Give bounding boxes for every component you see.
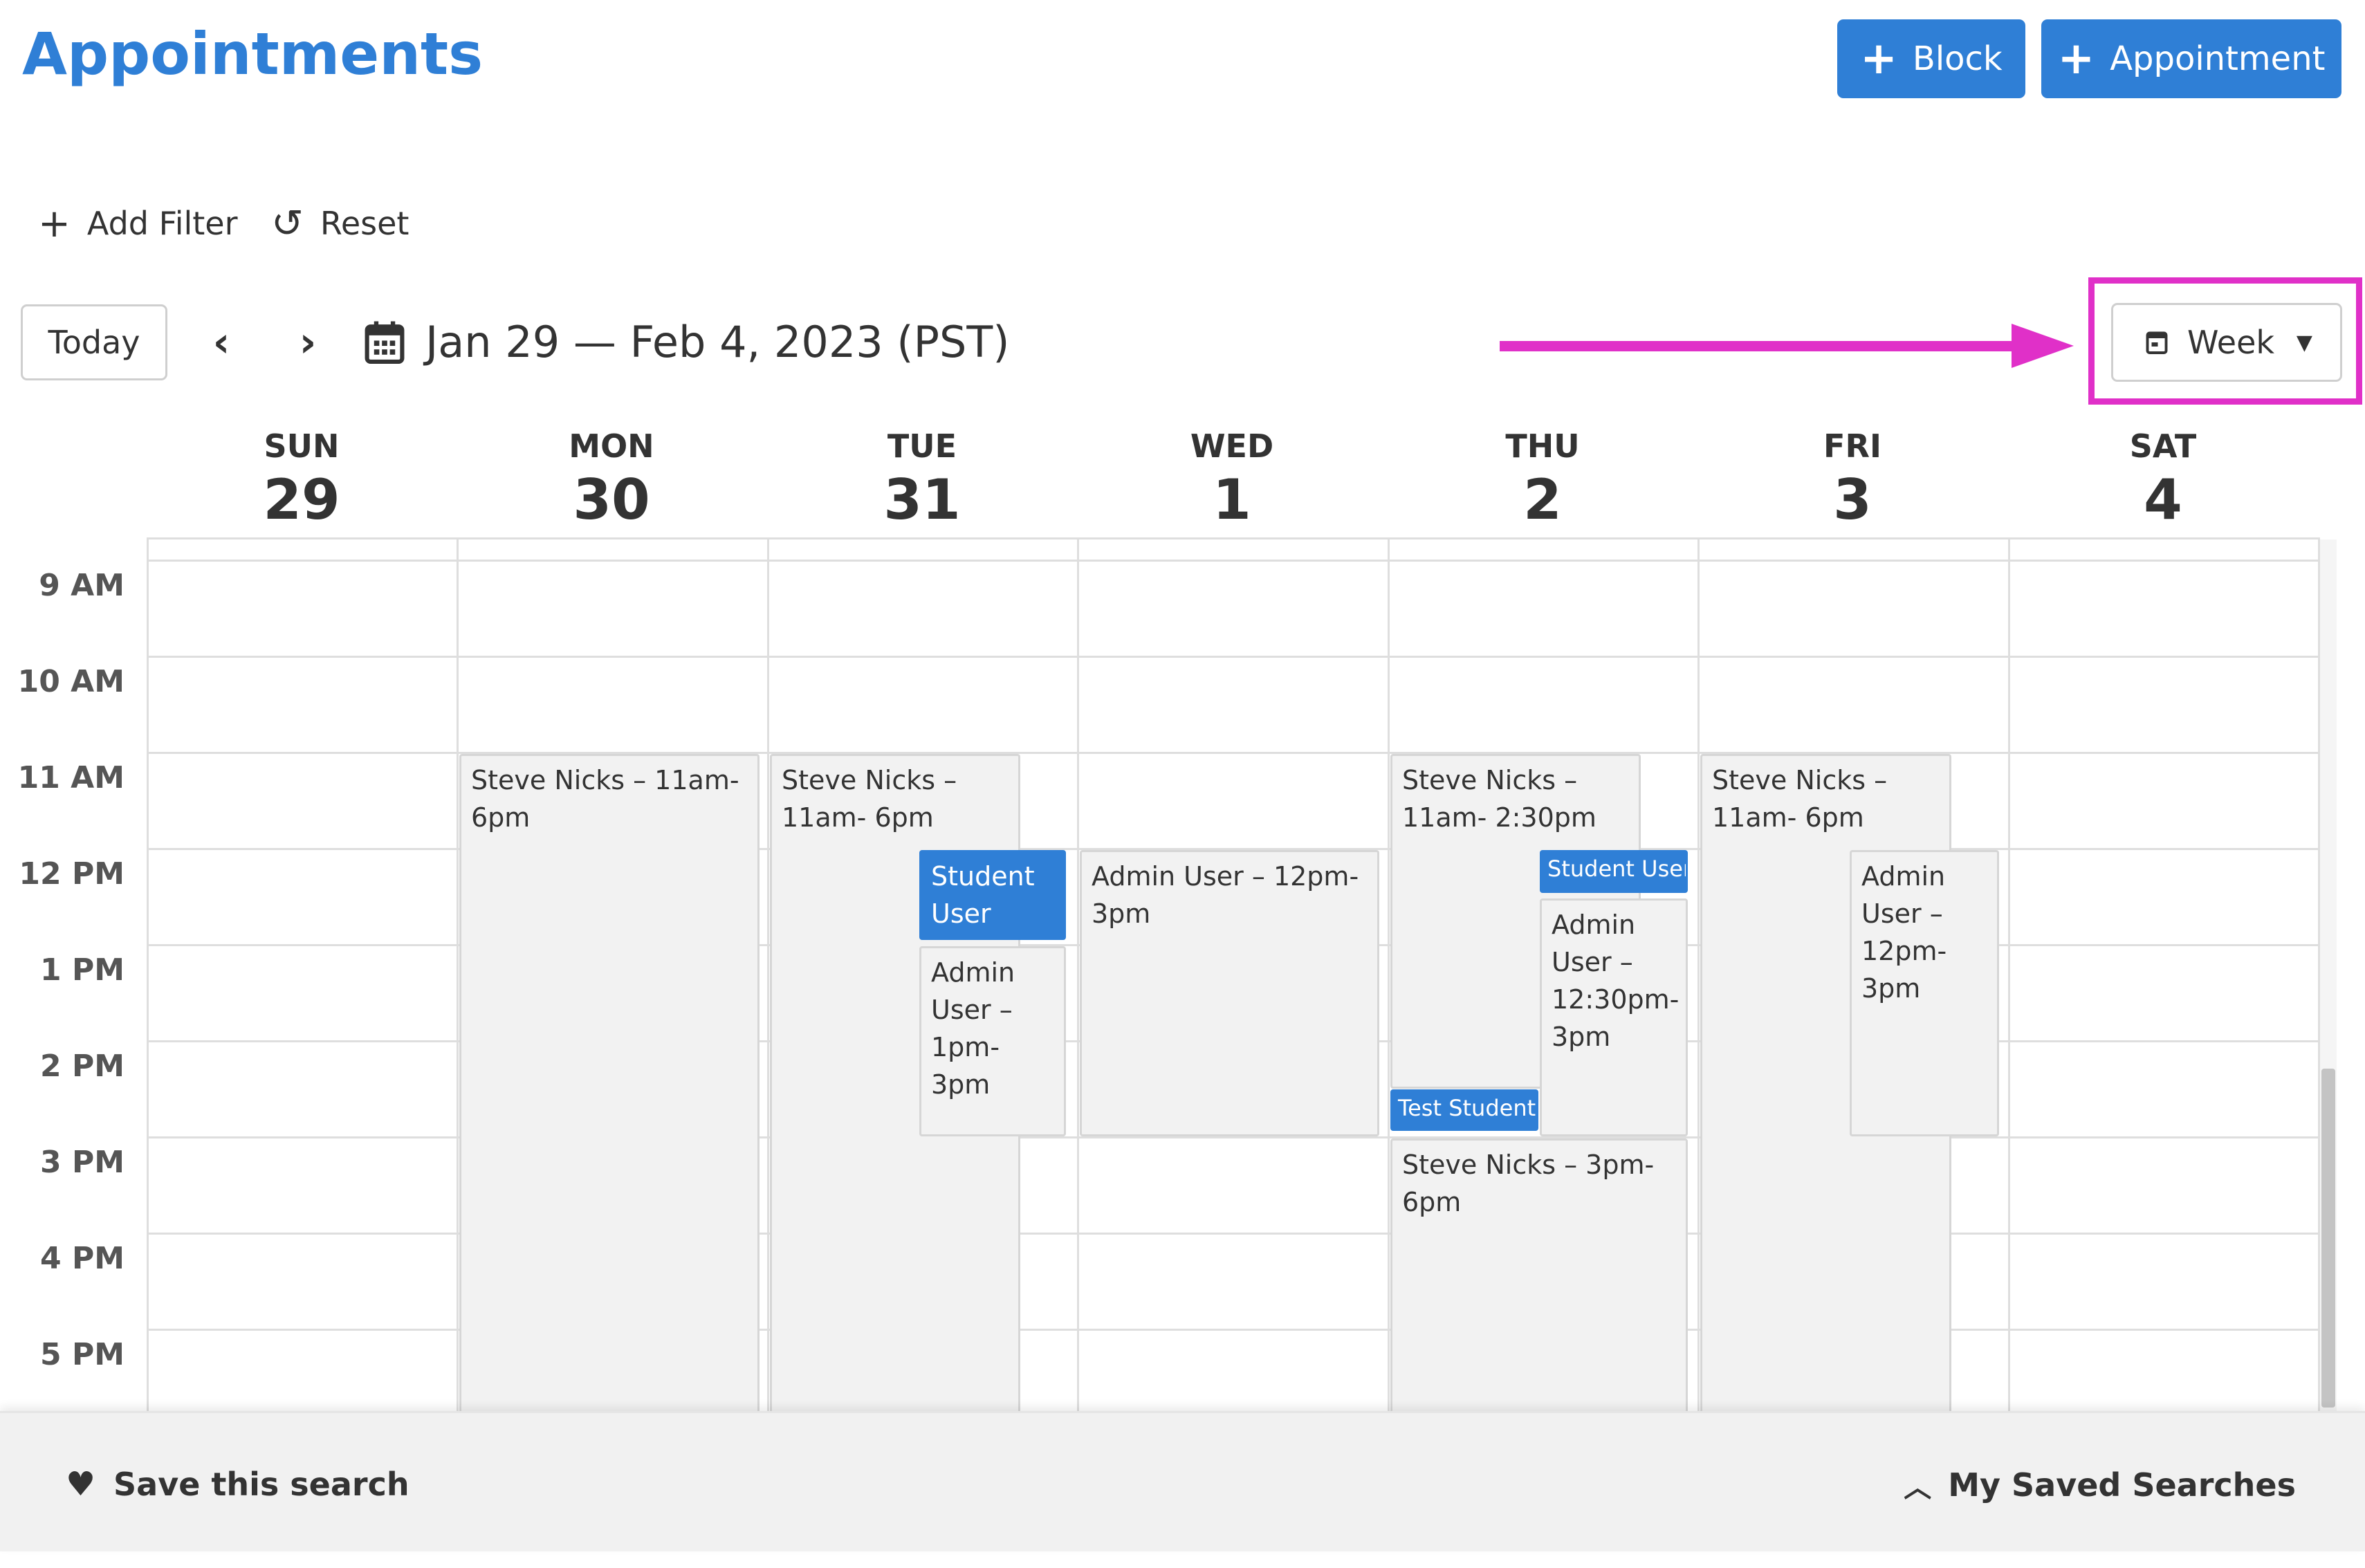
add-appointment-button[interactable]: + Appointment: [2041, 19, 2341, 98]
grid-line: [1077, 537, 1079, 1423]
time-label: 1 PM: [40, 952, 125, 988]
time-label: 4 PM: [40, 1241, 125, 1276]
plus-icon: +: [2057, 33, 2095, 84]
grid-line: [1697, 537, 1700, 1423]
grid-line: [457, 537, 459, 1423]
day-name: FRI: [1823, 427, 1881, 465]
time-label: 2 PM: [40, 1049, 125, 1084]
my-saved-searches-label: My Saved Searches: [1948, 1466, 2296, 1504]
appointment-event[interactable]: Admin User – 1pm- 3pm: [919, 946, 1066, 1136]
plus-icon: +: [38, 201, 71, 246]
save-search-button[interactable]: ♥ Save this search: [66, 1465, 409, 1504]
reset-icon: ↺: [271, 201, 304, 246]
today-button[interactable]: Today: [21, 304, 167, 380]
grid-line: [2008, 537, 2010, 1423]
save-search-label: Save this search: [113, 1466, 409, 1503]
grid-line: [147, 560, 2320, 562]
date-range-title: Jan 29 — Feb 4, 2023 (PST): [425, 317, 1010, 367]
grid-line: [147, 537, 149, 1423]
heart-icon: ♥: [66, 1465, 96, 1504]
appointment-event[interactable]: Admin User – 12pm- 3pm: [1080, 850, 1379, 1136]
time-label: 9 AM: [39, 568, 125, 603]
add-appointment-label: Appointment: [2110, 39, 2326, 78]
time-label: 3 PM: [40, 1145, 125, 1180]
saved-search-bar: ♥ Save this search ︿ My Saved Searches: [0, 1411, 2365, 1551]
appointment-event[interactable]: Admin User – 12:30pm- 3pm: [1540, 898, 1688, 1136]
grid-line: [1388, 537, 1390, 1423]
day-name: MON: [569, 427, 654, 465]
plus-icon: +: [1860, 33, 1897, 84]
day-header-thu: THU 2: [1388, 425, 1697, 533]
day-date: 2: [1523, 468, 1562, 532]
annotation-arrow-icon: [1500, 320, 2074, 375]
day-name: TUE: [887, 427, 957, 465]
day-name: THU: [1505, 427, 1580, 465]
time-label: 11 AM: [17, 760, 125, 795]
add-filter-label: Add Filter: [86, 205, 238, 242]
day-header-sun: SUN 29: [147, 425, 457, 533]
time-label: 5 PM: [40, 1337, 125, 1372]
my-saved-searches-button[interactable]: ︿ My Saved Searches: [1904, 1465, 2296, 1505]
day-header-wed: WED 1: [1077, 425, 1387, 533]
next-week-icon[interactable]: ›: [284, 315, 332, 370]
calendar-icon: [363, 320, 406, 368]
grid-line: [147, 537, 2320, 539]
grid-line: [767, 537, 769, 1423]
day-header-sat: SAT 4: [2008, 425, 2318, 533]
day-date: 1: [1213, 468, 1251, 532]
calendar-icon: [2144, 329, 2169, 356]
add-block-button[interactable]: + Block: [1837, 19, 2025, 98]
appointment-event[interactable]: Test Student (: [1390, 1089, 1538, 1131]
day-header-mon: MON 30: [457, 425, 766, 533]
add-block-label: Block: [1912, 39, 2003, 78]
prev-week-icon[interactable]: ‹: [197, 315, 246, 370]
time-label: 10 AM: [17, 664, 125, 699]
day-name: WED: [1190, 427, 1274, 465]
time-label: 12 PM: [19, 856, 125, 892]
day-header-fri: FRI 3: [1697, 425, 2007, 533]
day-name: SAT: [2129, 427, 2197, 465]
grid-line: [147, 656, 2320, 658]
page-title: Appointments: [22, 20, 484, 88]
day-date: 4: [2144, 468, 2182, 532]
chevron-up-icon: ︿: [1904, 1472, 1932, 1504]
appointment-event[interactable]: Admin User – 12pm- 3pm: [1850, 850, 1999, 1136]
add-filter-button[interactable]: + Add Filter: [38, 199, 238, 248]
day-name: SUN: [264, 427, 340, 465]
reset-label: Reset: [320, 205, 409, 242]
view-select[interactable]: Week ▼: [2111, 303, 2342, 382]
day-header-tue: TUE 31: [767, 425, 1077, 533]
scrollbar-thumb[interactable]: [2321, 1069, 2335, 1408]
day-date: 29: [263, 468, 340, 532]
calendar-grid[interactable]: Steve Nicks – 11am- 6pm Steve Nicks – 11…: [147, 537, 2320, 1423]
appointment-event[interactable]: Student User: [919, 850, 1066, 940]
day-date: 3: [1833, 468, 1872, 532]
day-date: 30: [573, 468, 650, 532]
appointment-event[interactable]: Steve Nicks – 11am- 6pm: [459, 754, 760, 1423]
day-date: 31: [883, 468, 961, 532]
caret-down-icon: ▼: [2296, 330, 2312, 355]
reset-button[interactable]: ↺ Reset: [271, 199, 409, 248]
appointment-event[interactable]: Student User: [1540, 850, 1688, 893]
view-select-label: Week: [2187, 324, 2275, 361]
appointment-event[interactable]: Steve Nicks – 3pm- 6pm: [1390, 1138, 1688, 1423]
